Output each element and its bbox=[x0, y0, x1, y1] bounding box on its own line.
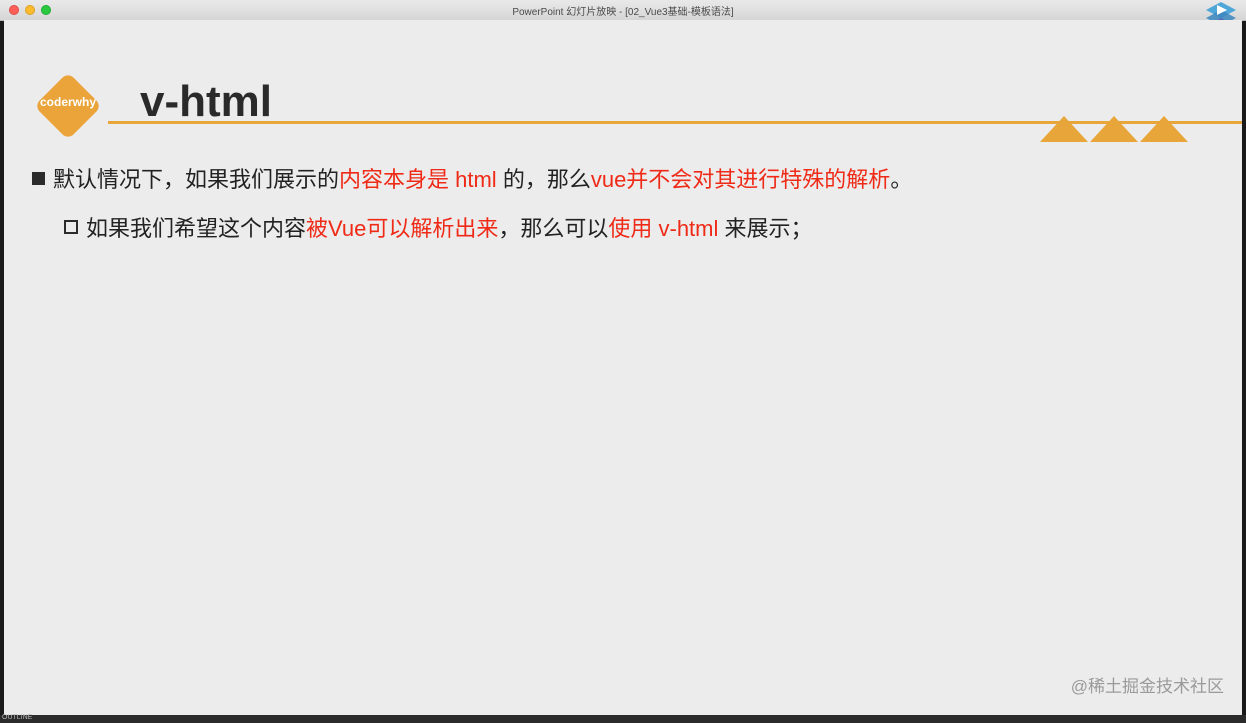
brand-name: coderwhy bbox=[39, 95, 96, 109]
bullet-level2: 如果我们希望这个内容被Vue可以解析出来，那么可以使用 v-html 来展示； bbox=[64, 211, 813, 243]
bullet1-text-1: 默认情况下，如果我们展示的 bbox=[53, 167, 340, 192]
brand-badge: coderwhy bbox=[30, 68, 106, 144]
bullet2-text-2: ，那么可以 bbox=[498, 216, 609, 241]
title-underline bbox=[108, 121, 1242, 124]
bullet1-highlight-1: 内容本身是 html bbox=[339, 167, 497, 192]
watermark: @稀土掘金技术社区 bbox=[1070, 677, 1224, 696]
bullet2-text-3: 来展示； bbox=[718, 216, 813, 241]
bottom-strip bbox=[0, 715, 1246, 723]
bullet2-text-1: 如果我们希望这个内容 bbox=[86, 216, 307, 241]
bullet1-highlight-2: vue并不会对其进行特殊的解析 bbox=[590, 167, 891, 192]
hollow-square-bullet-icon bbox=[64, 220, 78, 234]
window-title: PowerPoint 幻灯片放映 - [02_Vue3基础-模板语法] bbox=[512, 7, 734, 18]
bullet2-highlight-1: 被Vue可以解析出来 bbox=[306, 216, 499, 241]
slide-title: v-html bbox=[140, 77, 272, 126]
outline-label: OUTLINE bbox=[2, 714, 33, 721]
slide: coderwhy v-html 默认情况下，如果我们展示的内容本身是 html … bbox=[4, 20, 1242, 715]
bullet-level1: 默认情况下，如果我们展示的内容本身是 html 的，那么vue并不会对其进行特殊… bbox=[32, 162, 912, 194]
filled-square-bullet-icon bbox=[32, 172, 45, 185]
bullet1-text-3: 。 bbox=[890, 167, 913, 192]
mountains-decoration-icon bbox=[1040, 116, 1188, 142]
bullet1-text-2: 的，那么 bbox=[496, 167, 591, 192]
bullet2-highlight-2: 使用 v-html bbox=[608, 216, 719, 241]
window-titlebar: PowerPoint 幻灯片放映 - [02_Vue3基础-模板语法] bbox=[0, 0, 1246, 21]
